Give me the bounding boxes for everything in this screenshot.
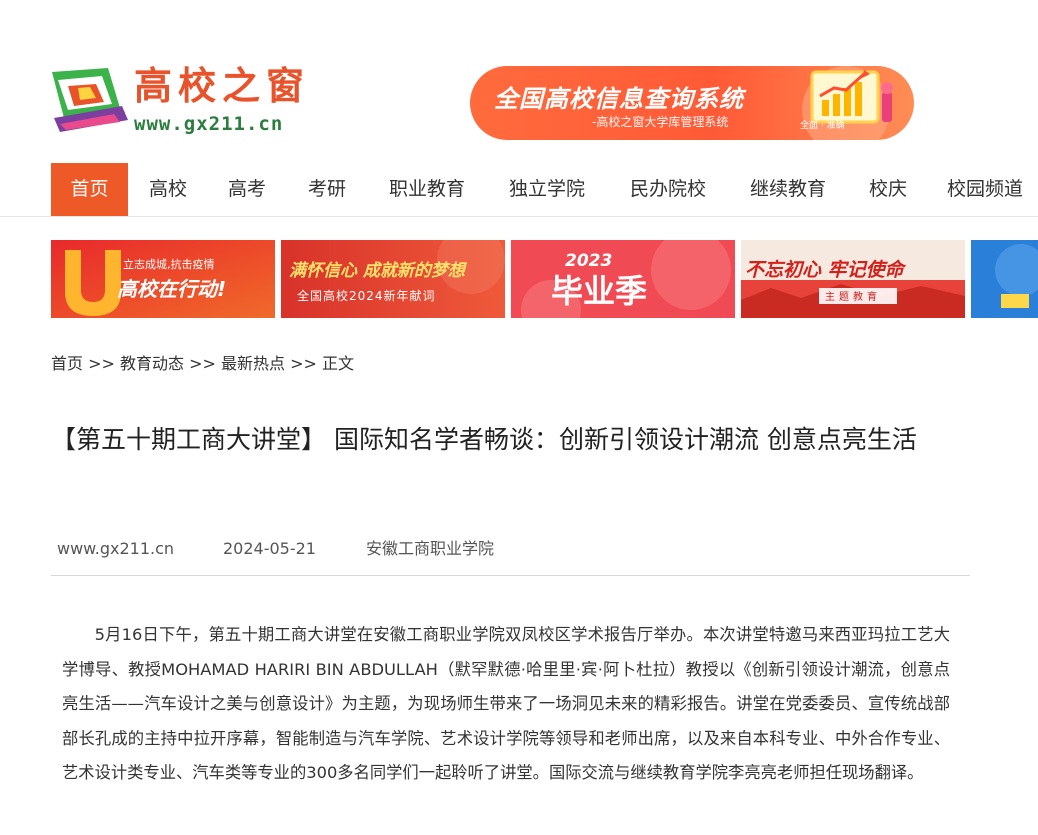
promo-partial[interactable]: [971, 240, 1038, 318]
breadcrumb-separator: >>: [290, 354, 317, 373]
article-title: 【第五十期工商大讲堂】 国际知名学者畅谈：创新引领设计潮流 创意点亮生活: [51, 425, 917, 454]
promo-theme-line2: 主题教育: [825, 290, 881, 303]
promo-newyear[interactable]: 满怀信心 成就新的梦想 全国高校2024新年献词: [281, 240, 505, 318]
article-org: 安徽工商职业学院: [366, 539, 495, 558]
promo-theme-image: 不忘初心 牢记使命 主题教育: [741, 240, 965, 318]
breadcrumb-separator: >>: [88, 354, 115, 373]
banner-title: 全国高校信息查询系统: [494, 85, 744, 113]
nav-item-home[interactable]: 首页: [51, 163, 128, 216]
site-name: 高校之窗: [134, 64, 311, 108]
promo-covid[interactable]: 立志成城,抗击疫情 高校在行动!: [51, 240, 275, 318]
breadcrumb-current: 正文: [322, 354, 355, 373]
article-paragraph: 5月16日下午，第五十期工商大讲堂在安徽工商职业学院双凤校区学术报告厅举办。本次…: [62, 625, 950, 782]
promo-graduation-line2: 毕业季: [551, 272, 647, 310]
promo-partial-image: [971, 240, 1038, 318]
nav-item-continuing[interactable]: 继续教育: [737, 163, 839, 216]
promo-covid-image: 立志成城,抗击疫情 高校在行动!: [51, 240, 275, 318]
promo-newyear-image: 满怀信心 成就新的梦想 全国高校2024新年献词: [281, 240, 505, 318]
nav-item-vocational[interactable]: 职业教育: [376, 163, 478, 216]
promo-graduation-line1: 2023: [565, 251, 612, 271]
promo-newyear-line1: 满怀信心 成就新的梦想: [289, 261, 468, 281]
article-source: www.gx211.cn: [57, 539, 175, 558]
breadcrumb-separator: >>: [189, 354, 216, 373]
promo-theme-education[interactable]: 不忘初心 牢记使命 主题教育: [741, 240, 965, 318]
nav-item-anniversary[interactable]: 校庆: [858, 163, 918, 216]
breadcrumb-news[interactable]: 教育动态: [120, 354, 184, 373]
promo-covid-line2: 高校在行动!: [117, 277, 226, 301]
article-date: 2024-05-21: [223, 539, 316, 558]
promo-graduation-image: 2023 毕业季: [511, 240, 735, 318]
meta-divider: [51, 575, 970, 576]
promo-newyear-line2: 全国高校2024新年献词: [297, 288, 436, 303]
nav-item-gaokao[interactable]: 高考: [217, 163, 277, 216]
promo-theme-line1: 不忘初心 牢记使命: [745, 259, 907, 281]
breadcrumb-home[interactable]: 首页: [51, 354, 83, 373]
query-system-banner[interactable]: 全国高校信息查询系统 -高校之窗大学库管理系统 全面 · 准确: [470, 66, 914, 140]
nav-item-campus[interactable]: 校园频道: [937, 163, 1038, 216]
nav-item-independent[interactable]: 独立学院: [496, 163, 598, 216]
banner-tag: 全面 · 准确: [800, 121, 845, 131]
main-nav: 首页 高校 高考 考研 职业教育 独立学院 民办院校 继续教育 校庆 校园频道: [0, 163, 1038, 217]
breadcrumb-hot[interactable]: 最新热点: [221, 354, 285, 373]
site-logo[interactable]: 高校之窗 www.gx211.cn: [50, 62, 325, 137]
site-header: 高校之窗 www.gx211.cn 全国高校信息查询系统 -高校之窗大学库管理系…: [0, 0, 1038, 160]
nav-item-private[interactable]: 民办院校: [617, 163, 719, 216]
nav-item-universities[interactable]: 高校: [138, 163, 198, 216]
nav-item-kaoyan[interactable]: 考研: [297, 163, 357, 216]
site-url: www.gx211.cn: [134, 113, 284, 135]
promo-covid-line1: 立志成城,抗击疫情: [123, 257, 215, 271]
promo-graduation[interactable]: 2023 毕业季: [511, 240, 735, 318]
breadcrumb: 首页 >> 教育动态 >> 最新热点 >> 正文: [51, 352, 354, 376]
banner-subtitle: -高校之窗大学库管理系统: [592, 115, 729, 129]
logo-mark-icon: [52, 68, 128, 132]
